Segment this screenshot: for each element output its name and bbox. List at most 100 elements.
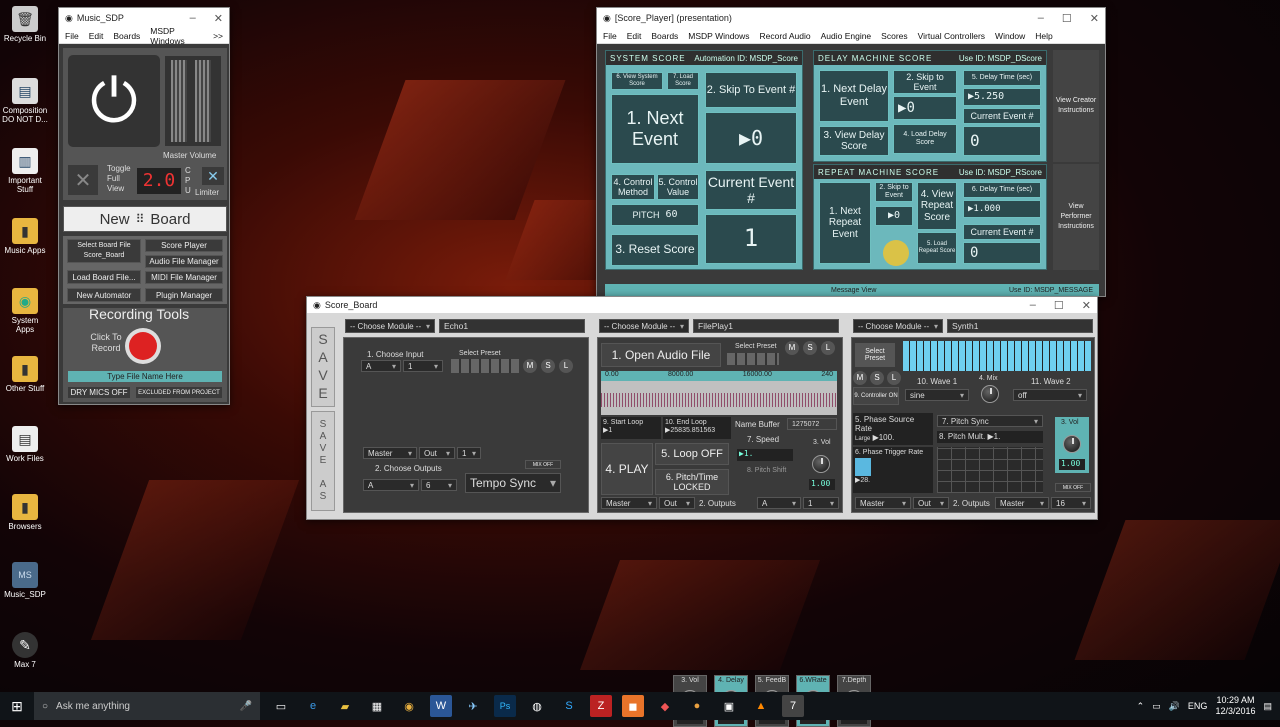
link-icon[interactable]: L xyxy=(887,371,901,385)
menu-scores[interactable]: Scores xyxy=(881,31,907,41)
echo-out-out[interactable]: Out xyxy=(419,447,455,459)
new-board-button[interactable]: New ⠿ Board xyxy=(63,206,227,232)
mute-icon[interactable]: M xyxy=(785,341,799,355)
menu-boards[interactable]: Boards xyxy=(113,31,140,41)
waveform-display[interactable]: 0.00 8000.00 16000.00 240 xyxy=(601,371,837,415)
toggle-full-view-button[interactable]: ✕ xyxy=(67,164,99,196)
echo-out-num[interactable]: 1 xyxy=(457,447,481,459)
fileplay-module-name[interactable]: FilePlay1 xyxy=(693,319,839,333)
piano-keyboard[interactable] xyxy=(903,341,1091,371)
chrome-icon[interactable]: ◉ xyxy=(398,695,420,717)
xy-grid-pad[interactable] xyxy=(937,447,1043,493)
mix-knob[interactable] xyxy=(981,385,999,403)
menu-virtual-controllers[interactable]: Virtual Controllers xyxy=(918,31,985,41)
plugin-manager-button[interactable]: Plugin Manager xyxy=(145,288,223,302)
synth-out-master2[interactable]: Master xyxy=(995,497,1049,509)
pitch-sync-select[interactable]: 7. Pitch Sync xyxy=(937,415,1043,427)
close-icon[interactable]: ✕ xyxy=(214,12,223,25)
open-audio-file-button[interactable]: 1. Open Audio File xyxy=(601,343,721,367)
link-icon[interactable]: L xyxy=(821,341,835,355)
next-event-button[interactable]: 1. Next Event xyxy=(611,94,699,164)
repeat-delay-time-input[interactable]: ▶ 1.000 xyxy=(963,200,1041,218)
max-icon[interactable]: 7 xyxy=(782,695,804,717)
synth-out-16[interactable]: 16 xyxy=(1051,497,1091,509)
excluded-button[interactable]: EXCLUDED FROM PROJECT xyxy=(135,386,223,399)
end-loop-box[interactable]: 10. End Loop ▶25835.851563 xyxy=(663,417,731,439)
phase-source-box[interactable]: 5. Phase Source Rate Large ▶100. xyxy=(853,413,933,445)
solo-icon[interactable]: S xyxy=(870,371,884,385)
loop-toggle[interactable]: 5. Loop OFF xyxy=(655,443,729,465)
echo-out-6[interactable]: 6 xyxy=(421,479,457,491)
echo-out-a[interactable]: A xyxy=(363,479,419,491)
echo-out-master[interactable]: Master xyxy=(363,447,417,459)
network-icon[interactable]: ▭ xyxy=(1152,701,1161,712)
app-icon[interactable]: ✈ xyxy=(462,695,484,717)
fileplay-choose-module[interactable]: -- Choose Module -- xyxy=(599,319,689,333)
file-name-input[interactable]: Type File Name Here xyxy=(67,370,223,383)
echo-module-name[interactable]: Echo1 xyxy=(439,319,585,333)
recycle-bin-icon[interactable]: 🗑 Recycle Bin xyxy=(2,6,48,43)
composition-shortcut-icon[interactable]: ▤ Composition DO NOT D... xyxy=(2,78,48,124)
view-system-score-button[interactable]: 6. View System Score xyxy=(611,72,663,90)
new-automator-button[interactable]: New Automator xyxy=(67,288,141,302)
reset-score-button[interactable]: 3. Reset Score xyxy=(611,234,699,266)
fileplay-vol-knob[interactable] xyxy=(812,455,830,473)
view-delay-score-button[interactable]: 3. View Delay Score xyxy=(819,126,889,156)
other-stuff-icon[interactable]: ▮ Other Stuff xyxy=(2,356,48,393)
menu-help[interactable]: Help xyxy=(1035,31,1052,41)
start-loop-box[interactable]: 9. Start Loop ▶1 xyxy=(601,417,661,439)
tempo-sync-select[interactable]: Tempo Sync xyxy=(465,473,561,493)
max7-icon[interactable]: ✎ Max 7 xyxy=(2,632,48,669)
maximize-icon[interactable]: ☐ xyxy=(1054,299,1064,312)
edge-icon[interactable]: e xyxy=(302,695,324,717)
echo-input-num[interactable]: 1 xyxy=(403,360,443,372)
app-icon[interactable]: ◍ xyxy=(526,695,548,717)
pitch-control[interactable]: PITCH 60 xyxy=(611,204,699,226)
fileplay-vol-value[interactable]: 1.00 xyxy=(809,479,835,490)
windows-start-icon[interactable]: ⊞ xyxy=(6,695,28,717)
midi-file-manager-button[interactable]: MIDI File Manager xyxy=(145,271,223,284)
close-icon[interactable]: ✕ xyxy=(1090,12,1099,25)
system-apps-icon[interactable]: ◉ System Apps xyxy=(2,288,48,334)
menu-msdp-windows[interactable]: MSDP Windows xyxy=(150,26,203,46)
next-delay-event-button[interactable]: 1. Next Delay Event xyxy=(819,70,889,122)
synth-vol-knob[interactable] xyxy=(1063,435,1081,453)
photoshop-icon[interactable]: Ps xyxy=(494,695,516,717)
skype-icon[interactable]: S xyxy=(558,695,580,717)
word-icon[interactable]: W xyxy=(430,695,452,717)
view-performer-instructions-button[interactable]: View Performer Instructions xyxy=(1053,164,1099,270)
search-box[interactable]: ○ Ask me anything 🎤 xyxy=(34,692,260,720)
music-sdp-desktop-icon[interactable]: MS Music_SDP xyxy=(2,562,48,599)
menu-msdp-windows[interactable]: MSDP Windows xyxy=(688,31,749,41)
app-icon[interactable]: ▣ xyxy=(718,695,740,717)
load-repeat-score-button[interactable]: 5. Load Repeat Score xyxy=(917,232,957,264)
task-view-icon[interactable]: ▭ xyxy=(270,695,292,717)
notifications-icon[interactable]: ▤ xyxy=(1263,701,1272,712)
view-repeat-score-button[interactable]: 4. View Repeat Score xyxy=(917,182,957,230)
synth-select-preset-button[interactable]: Select Preset xyxy=(855,343,895,367)
save-button[interactable]: SAVE xyxy=(311,327,335,407)
minimize-icon[interactable]: – xyxy=(190,12,196,25)
fileplay-out-1[interactable]: 1 xyxy=(803,497,839,509)
echo-input-a[interactable]: A xyxy=(361,360,401,372)
clock[interactable]: 10:29 AM 12/3/2016 xyxy=(1215,695,1255,717)
load-score-button[interactable]: 7. Load Score xyxy=(667,72,699,90)
audio-file-manager-button[interactable]: Audio File Manager xyxy=(145,255,223,268)
pitch-time-toggle[interactable]: 6. Pitch/Time LOCKED xyxy=(655,469,729,495)
menu-record-audio[interactable]: Record Audio xyxy=(760,31,811,41)
menu-audio-engine[interactable]: Audio Engine xyxy=(821,31,872,41)
microphone-icon[interactable]: 🎤 xyxy=(240,701,252,712)
select-board-file-button[interactable]: Select Board File Score_Board xyxy=(67,239,141,263)
minimize-icon[interactable]: – xyxy=(1030,299,1036,312)
file-explorer-icon[interactable]: ▰ xyxy=(334,695,356,717)
work-files-icon[interactable]: ▤ Work Files xyxy=(2,426,48,463)
solo-icon[interactable]: S xyxy=(803,341,817,355)
echo-preset-grid[interactable] xyxy=(451,359,519,373)
synth-vol-value[interactable]: 1.00 xyxy=(1059,459,1085,470)
synth-choose-module[interactable]: -- Choose Module -- xyxy=(853,319,943,333)
solo-icon[interactable]: S xyxy=(541,359,555,373)
board-select[interactable]: Score_Board xyxy=(84,251,125,261)
power-button[interactable]: ⏻ xyxy=(67,54,161,148)
volume-icon[interactable]: 🔊 xyxy=(1169,701,1180,712)
score-player-button[interactable]: Score Player xyxy=(145,239,223,252)
